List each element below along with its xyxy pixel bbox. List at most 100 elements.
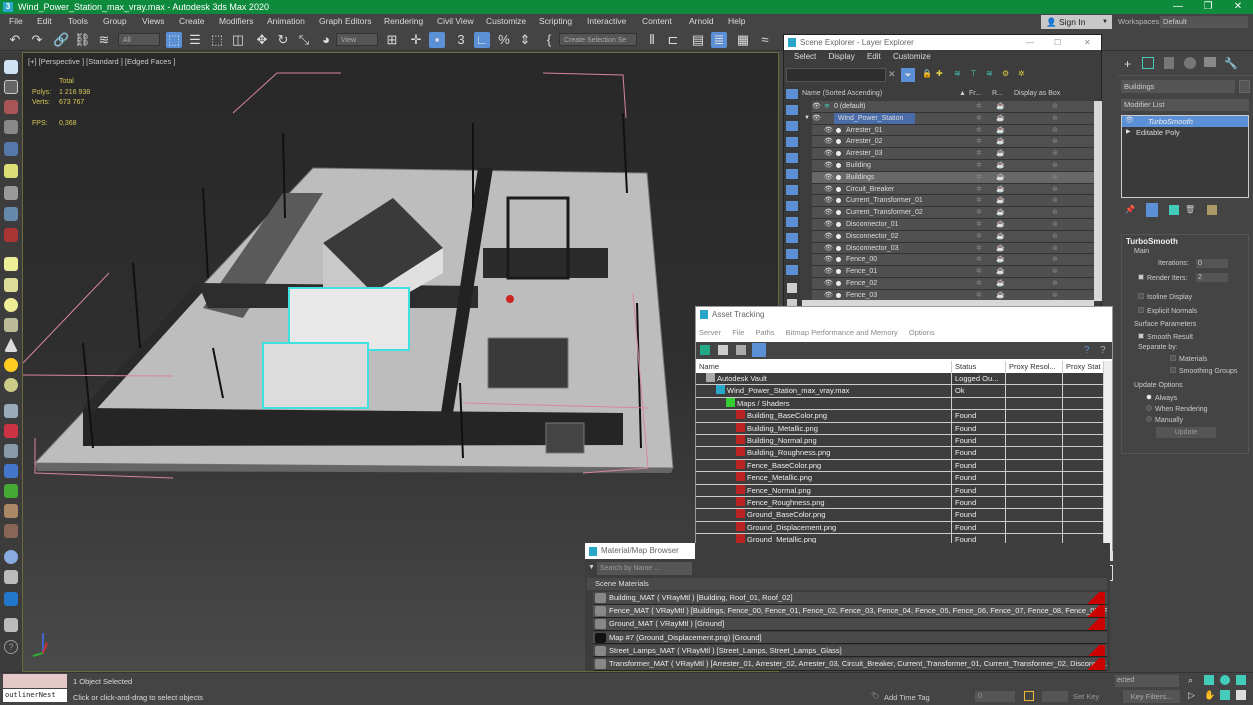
tree-view-icon[interactable] bbox=[736, 345, 746, 355]
manually-radio[interactable]: Manually bbox=[1146, 416, 1183, 424]
frozen-toggle-icon[interactable]: ✲ bbox=[976, 136, 982, 147]
keyboard-shortcut-toggle-icon[interactable]: ▪ bbox=[429, 32, 445, 48]
modifier-list-dropdown[interactable]: Modifier List bbox=[1121, 99, 1249, 111]
minimize-icon[interactable]: — bbox=[1163, 0, 1193, 14]
se-vertical-scrollbar[interactable] bbox=[1094, 101, 1102, 301]
at-col-proxy-resolution[interactable]: Proxy Resol... bbox=[1006, 361, 1063, 373]
object-name-field[interactable]: Buildings bbox=[1121, 80, 1235, 93]
frozen-toggle-icon[interactable]: ✲ bbox=[976, 148, 982, 159]
frozen-toggle-icon[interactable]: ✲ bbox=[976, 172, 982, 183]
curve-editor-icon[interactable]: ≈ bbox=[757, 32, 773, 48]
display-all-icon[interactable] bbox=[787, 283, 797, 293]
renderable-toggle-icon[interactable]: ☕ bbox=[996, 266, 1005, 277]
visibility-eye-icon[interactable]: 👁 bbox=[824, 254, 833, 265]
se-col-name[interactable]: Name (Sorted Ascending) bbox=[802, 88, 882, 99]
asset-row[interactable]: Fence_BaseColor.png Found bbox=[696, 459, 1104, 473]
containers-filter-icon[interactable] bbox=[786, 233, 798, 243]
asset-row[interactable]: Ground_BaseColor.png Found bbox=[696, 509, 1104, 522]
se-row[interactable]: 👁 Current_Transformer_02 ✲ ☕ ⊛ bbox=[812, 207, 1094, 219]
se-row[interactable]: 👁 Fence_01 ✲ ☕ ⊛ bbox=[812, 266, 1094, 278]
lock-icon[interactable]: 🔒 bbox=[922, 69, 932, 78]
at-menu-bitmap[interactable]: Bitmap Performance and Memory bbox=[786, 328, 898, 337]
se-col-display-as-box[interactable]: Display as Box bbox=[1014, 88, 1060, 99]
bind-space-warp-icon[interactable]: ≋ bbox=[96, 32, 112, 48]
filter-icon[interactable]: ⏷ bbox=[901, 68, 915, 82]
key-mode-icon[interactable] bbox=[1024, 691, 1034, 701]
add-time-tag[interactable]: Add Time Tag bbox=[884, 693, 930, 702]
menu-animation[interactable]: Animation bbox=[267, 14, 305, 29]
isoline-display-checkbox[interactable]: Isoline Display bbox=[1138, 293, 1192, 301]
maximize-viewport-icon[interactable] bbox=[1236, 690, 1246, 700]
motion-tab-icon[interactable] bbox=[1184, 57, 1196, 69]
renderable-toggle-icon[interactable]: ☕ bbox=[996, 231, 1005, 242]
workspaces-dropdown[interactable]: Default bbox=[1160, 16, 1248, 28]
se-menu-customize[interactable]: Customize bbox=[893, 52, 931, 61]
modify-tab-icon[interactable] bbox=[1142, 57, 1154, 69]
se-row-name[interactable]: Disconnector_02 bbox=[846, 231, 899, 242]
particles-icon[interactable] bbox=[4, 404, 18, 418]
display-as-box-icon[interactable]: ⊛ bbox=[1052, 125, 1058, 136]
se-row-name[interactable]: Fence_02 bbox=[846, 278, 877, 289]
file-link-icon[interactable] bbox=[4, 618, 18, 632]
spot-light-icon[interactable] bbox=[4, 338, 18, 352]
renderable-toggle-icon[interactable]: ☕ bbox=[996, 136, 1005, 147]
sun-icon[interactable] bbox=[4, 358, 18, 372]
smooth-result-checkbox[interactable]: Smooth Result bbox=[1138, 333, 1193, 341]
se-row[interactable]: 👁 Arrester_03 ✲ ☕ ⊛ bbox=[812, 148, 1094, 160]
cloud-icon[interactable] bbox=[4, 80, 18, 94]
se-row-name[interactable]: Buildings bbox=[846, 172, 874, 183]
display-tab-icon[interactable] bbox=[1204, 57, 1216, 67]
se-row[interactable]: 👁 Fence_02 ✲ ☕ ⊛ bbox=[812, 278, 1094, 290]
make-unique-icon[interactable] bbox=[1169, 205, 1179, 215]
menu-modifiers[interactable]: Modifiers bbox=[219, 14, 253, 29]
asset-row[interactable]: Fence_Roughness.png Found bbox=[696, 497, 1104, 510]
renderable-toggle-icon[interactable]: ☕ bbox=[996, 160, 1005, 171]
frozen-toggle-icon[interactable]: ✲ bbox=[976, 266, 982, 277]
menu-graph-editors[interactable]: Graph Editors bbox=[319, 14, 371, 29]
menu-tools[interactable]: Tools bbox=[68, 14, 88, 29]
key-tangent-dropdown[interactable] bbox=[1042, 691, 1068, 702]
layer-merge-icon[interactable]: ✲ bbox=[1018, 69, 1025, 78]
se-col-renderable[interactable]: R... bbox=[992, 88, 1003, 99]
se-row-name[interactable]: Circuit_Breaker bbox=[846, 184, 894, 195]
menu-file[interactable]: File bbox=[9, 14, 23, 29]
xrefs-filter-icon[interactable] bbox=[786, 201, 798, 211]
select-by-name-icon[interactable]: ☰ bbox=[187, 32, 203, 48]
help-icon[interactable]: ? bbox=[4, 640, 18, 654]
placement-icon[interactable]: ◕ bbox=[318, 32, 334, 48]
menu-edit[interactable]: Edit bbox=[37, 14, 52, 29]
spinner-snap-icon[interactable]: ⇕ bbox=[517, 32, 533, 48]
refresh-icon[interactable] bbox=[700, 345, 710, 355]
se-row[interactable]: 👁 Arrester_02 ✲ ☕ ⊛ bbox=[812, 136, 1094, 149]
show-end-result-icon[interactable] bbox=[1146, 203, 1158, 217]
asset-row[interactable]: Autodesk Vault Logged Ou... bbox=[696, 373, 1104, 386]
spacewarps-filter-icon[interactable] bbox=[786, 169, 798, 179]
se-row-name[interactable]: Disconnector_03 bbox=[846, 243, 899, 254]
layer-settings-icon[interactable]: ⚙ bbox=[1002, 69, 1009, 78]
frozen-toggle-icon[interactable]: ✲ bbox=[976, 184, 982, 195]
layers-icon[interactable]: ≋ bbox=[954, 69, 961, 78]
at-vertical-scrollbar[interactable] bbox=[1104, 361, 1112, 551]
explicit-normals-checkbox[interactable]: Explicit Normals bbox=[1138, 307, 1197, 315]
create-tab-icon[interactable]: + bbox=[1124, 57, 1131, 71]
list-view-icon[interactable] bbox=[718, 345, 728, 355]
geometry-filter-icon[interactable] bbox=[786, 89, 798, 99]
hierarchy-icon[interactable]: ⊤ bbox=[970, 69, 977, 78]
stack-icon[interactable]: ≋ bbox=[986, 69, 993, 78]
maxscript-listener-output[interactable] bbox=[3, 674, 67, 688]
menu-arnold[interactable]: Arnold bbox=[689, 14, 714, 29]
se-row-name[interactable]: Wind_Power_Station bbox=[834, 112, 916, 124]
se-row[interactable]: 👁 Fence_00 ✲ ☕ ⊛ bbox=[812, 254, 1094, 267]
menu-scripting[interactable]: Scripting bbox=[539, 14, 572, 29]
visibility-eye-icon[interactable]: 👁 bbox=[824, 219, 833, 230]
rotate-icon[interactable]: ↻ bbox=[275, 32, 291, 48]
orbit-icon[interactable] bbox=[1220, 690, 1230, 700]
asset-row[interactable]: Wind_Power_Station_max_vray.max Ok bbox=[696, 385, 1104, 398]
renderable-toggle-icon[interactable]: ☕ bbox=[996, 207, 1005, 218]
grid-window-icon[interactable] bbox=[4, 142, 18, 156]
object-color-swatch[interactable] bbox=[1239, 80, 1250, 93]
asset-tracking-titlebar[interactable]: Asset Tracking bbox=[696, 307, 1112, 322]
percent-snap-icon[interactable]: % bbox=[496, 32, 512, 48]
display-as-box-icon[interactable]: ⊛ bbox=[1052, 172, 1058, 183]
scene-explorer-icon[interactable]: ▤ bbox=[690, 32, 706, 48]
